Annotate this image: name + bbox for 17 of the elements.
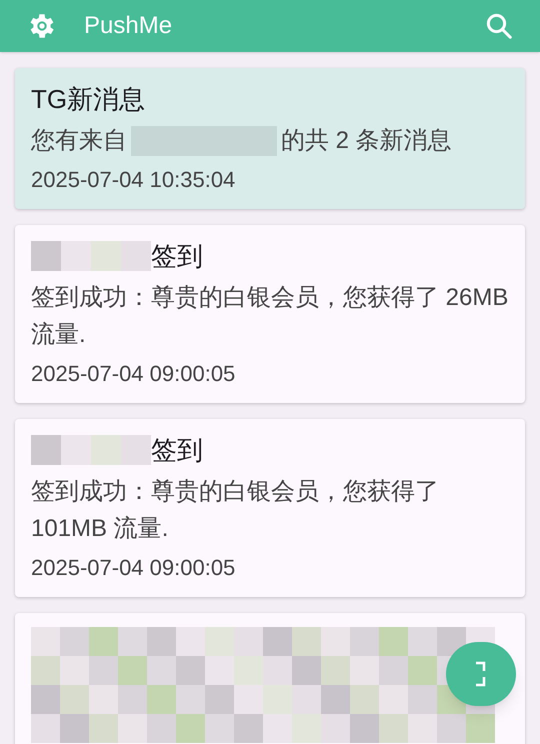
message-card[interactable] [15,613,525,744]
message-time: 2025-07-04 09:00:05 [31,360,236,388]
bracket-icon [474,661,488,687]
message-card[interactable]: TG新消息 您有来自 的共 2 条新消息 2025-07-04 10:35:04 [15,68,525,209]
search-icon[interactable] [484,11,514,41]
message-time: 2025-07-04 10:35:04 [31,166,236,194]
message-title: 签到 [151,240,203,273]
message-body: 的共 2 条新消息 [281,126,452,156]
message-title: 签到 [151,434,203,467]
message-title: TG新消息 [31,83,146,116]
message-card[interactable]: 签到 签到成功：尊贵的白银会员，您获得了 26MB 流量. 2025-07-04 09:00:05 [15,225,525,403]
message-card[interactable]: 签到 签到成功：尊贵的白银会员，您获得了 101MB 流量. 2025-07-04 09:00:05 [15,419,525,597]
app-title: PushMe [84,11,172,41]
message-body: 签到成功：尊贵的白银会员，您获得了 26MB 流量. [31,283,509,350]
message-body: 签到成功：尊贵的白银会员，您获得了 101MB 流量. [31,477,440,544]
message-time: 2025-07-04 09:00:05 [31,554,236,582]
message-body: 您有来自 [31,126,127,156]
